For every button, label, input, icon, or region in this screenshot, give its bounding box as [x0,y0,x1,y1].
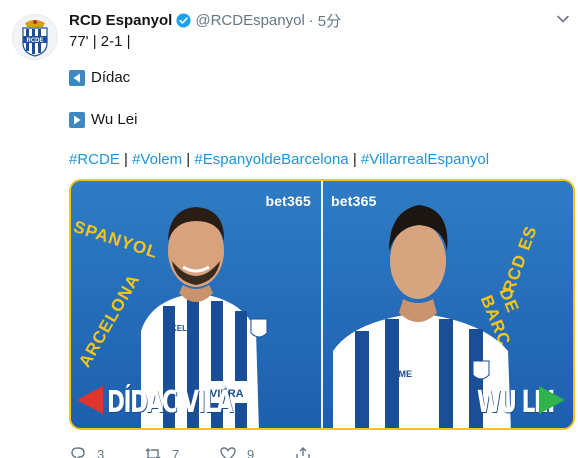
reply-button[interactable]: 3 [69,444,144,458]
tweet-media[interactable]: SPANYOL ARCELONA bet365 KELME VIERA DÍDA… [69,179,575,430]
share-button[interactable] [294,444,369,458]
player-in-name: Wu Lei [91,111,138,128]
avatar[interactable]: RCDE [12,14,58,60]
like-icon [220,447,236,458]
espanyol-crest-icon: RCDE [22,20,48,57]
play-right-icon [69,111,85,128]
shirt-sponsor: ELME [387,369,412,379]
player-name-left: DÍDAC VILÀ [107,385,233,420]
tweet-actions: 3 7 9 [69,444,369,458]
reply-count: 3 [97,446,105,458]
hashtag-separator: | [182,151,195,168]
display-name[interactable]: RCD Espanyol [69,12,172,29]
timestamp[interactable]: 5分 [318,10,341,31]
player-out-name: Dídac [91,69,131,86]
like-button[interactable]: 9 [219,444,294,458]
hashtag-villarrealespanyol[interactable]: #VillarrealEspanyol [361,151,489,168]
hashtag-volem[interactable]: #Volem [132,151,182,168]
media-panel-right[interactable]: RCD ES DE BARC bet365 ELME WU LEI [321,181,573,428]
hashtag-separator: | [119,151,133,168]
svg-text:KELME: KELME [171,324,200,333]
play-left-icon [69,69,85,86]
hashtag-espanyoldebarcelona[interactable]: #EspanyoldeBarcelona [194,151,348,168]
hashtag-separator: | [348,151,361,168]
hashtag-line: #RCDE | #Volem | #EspanyoldeBarcelona | … [69,150,489,169]
share-icon [296,447,310,458]
separator-dot: · [308,11,314,29]
media-panel-left[interactable]: SPANYOL ARCELONA bet365 KELME VIERA DÍDA… [71,181,321,428]
substitution-out-arrow-icon [77,386,103,414]
retweet-button[interactable]: 7 [144,444,219,458]
tweet-header: RCD Espanyol @RCDEspanyol · 5分 [69,10,548,30]
like-count: 9 [247,446,255,458]
verified-badge-icon [176,12,191,28]
reply-icon [71,447,85,458]
retweet-icon [145,448,161,458]
hashtag-rcde[interactable]: #RCDE [69,151,120,168]
handle[interactable]: @RCDEspanyol [195,12,304,29]
svg-text:RCDE: RCDE [26,38,43,44]
caret-down-icon[interactable] [556,12,570,26]
substitution-in-arrow-icon [539,386,565,414]
retweet-count: 7 [172,446,180,458]
score-line: 77' | 2-1 | [69,33,131,50]
player-out-line: Dídac [69,68,130,87]
player-in-line: Wu Lei [69,110,137,129]
